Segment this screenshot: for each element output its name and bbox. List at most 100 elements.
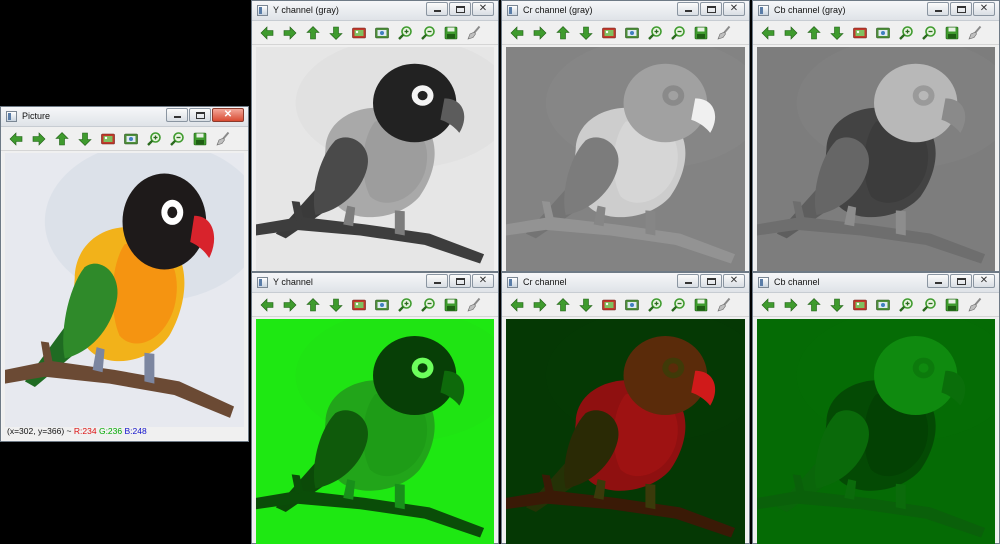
arrow-down-button[interactable] xyxy=(327,24,344,41)
arrow-left-button[interactable] xyxy=(508,296,525,313)
zoom-fit-button[interactable] xyxy=(350,296,367,313)
image-view[interactable] xyxy=(757,319,995,544)
cb-color-titlebar[interactable]: Cb channel ✕ xyxy=(753,273,999,293)
arrow-right-button[interactable] xyxy=(531,296,548,313)
zoom-in-button[interactable] xyxy=(646,24,663,41)
arrow-down-button[interactable] xyxy=(577,24,594,41)
maximize-button[interactable] xyxy=(700,274,722,288)
close-button[interactable]: ✕ xyxy=(472,2,494,16)
zoom-original-button[interactable] xyxy=(874,24,891,41)
arrow-right-button[interactable] xyxy=(531,24,548,41)
arrow-left-button[interactable] xyxy=(759,24,776,41)
zoom-out-button[interactable] xyxy=(168,130,185,147)
arrow-down-button[interactable] xyxy=(76,130,93,147)
properties-brush-button[interactable] xyxy=(465,296,482,313)
zoom-fit-button[interactable] xyxy=(99,130,116,147)
maximize-button[interactable] xyxy=(449,2,471,16)
zoom-out-button[interactable] xyxy=(920,24,937,41)
arrow-right-button[interactable] xyxy=(30,130,47,147)
zoom-fit-button[interactable] xyxy=(600,24,617,41)
arrow-up-button[interactable] xyxy=(554,296,571,313)
close-button[interactable]: ✕ xyxy=(723,274,745,288)
arrow-down-button[interactable] xyxy=(577,296,594,313)
zoom-in-button[interactable] xyxy=(145,130,162,147)
cr-color-window[interactable]: Cr channel ✕ xyxy=(501,272,750,544)
zoom-original-button[interactable] xyxy=(623,296,640,313)
arrow-right-button[interactable] xyxy=(281,296,298,313)
arrow-down-button[interactable] xyxy=(828,296,845,313)
save-button[interactable] xyxy=(692,296,709,313)
minimize-button[interactable] xyxy=(927,274,949,288)
save-button[interactable] xyxy=(442,24,459,41)
arrow-down-button[interactable] xyxy=(828,24,845,41)
cb-color-window[interactable]: Cb channel ✕ xyxy=(752,272,1000,544)
picture-window[interactable]: Picture ✕ (x=302, y=366) ~ R:234 G:236 B… xyxy=(0,106,249,442)
y-gray-window[interactable]: Y channel (gray) ✕ xyxy=(251,0,499,272)
arrow-left-button[interactable] xyxy=(759,296,776,313)
properties-brush-button[interactable] xyxy=(715,296,732,313)
save-button[interactable] xyxy=(692,24,709,41)
zoom-in-button[interactable] xyxy=(396,296,413,313)
zoom-original-button[interactable] xyxy=(373,24,390,41)
properties-brush-button[interactable] xyxy=(465,24,482,41)
minimize-button[interactable] xyxy=(166,108,188,122)
arrow-up-button[interactable] xyxy=(304,24,321,41)
properties-brush-button[interactable] xyxy=(966,24,983,41)
maximize-button[interactable] xyxy=(950,2,972,16)
properties-brush-button[interactable] xyxy=(966,296,983,313)
arrow-right-button[interactable] xyxy=(782,24,799,41)
zoom-original-button[interactable] xyxy=(122,130,139,147)
arrow-right-button[interactable] xyxy=(782,296,799,313)
zoom-in-button[interactable] xyxy=(897,296,914,313)
zoom-fit-button[interactable] xyxy=(600,296,617,313)
zoom-in-button[interactable] xyxy=(897,24,914,41)
arrow-left-button[interactable] xyxy=(258,296,275,313)
y-gray-titlebar[interactable]: Y channel (gray) ✕ xyxy=(252,1,498,21)
cr-gray-window[interactable]: Cr channel (gray) ✕ xyxy=(501,0,750,272)
arrow-up-button[interactable] xyxy=(53,130,70,147)
image-view[interactable] xyxy=(506,47,745,271)
y-color-titlebar[interactable]: Y channel ✕ xyxy=(252,273,498,293)
arrow-up-button[interactable] xyxy=(304,296,321,313)
image-view[interactable] xyxy=(506,319,745,544)
minimize-button[interactable] xyxy=(426,274,448,288)
close-button[interactable]: ✕ xyxy=(472,274,494,288)
close-button[interactable]: ✕ xyxy=(973,274,995,288)
arrow-down-button[interactable] xyxy=(327,296,344,313)
zoom-fit-button[interactable] xyxy=(851,296,868,313)
arrow-right-button[interactable] xyxy=(281,24,298,41)
picture-titlebar[interactable]: Picture ✕ xyxy=(1,107,248,127)
image-view[interactable] xyxy=(256,319,494,544)
close-button[interactable]: ✕ xyxy=(973,2,995,16)
zoom-fit-button[interactable] xyxy=(851,24,868,41)
zoom-original-button[interactable] xyxy=(373,296,390,313)
save-button[interactable] xyxy=(442,296,459,313)
properties-brush-button[interactable] xyxy=(214,130,231,147)
y-color-window[interactable]: Y channel ✕ xyxy=(251,272,499,544)
cb-gray-window[interactable]: Cb channel (gray) ✕ xyxy=(752,0,1000,272)
arrow-left-button[interactable] xyxy=(508,24,525,41)
zoom-in-button[interactable] xyxy=(646,296,663,313)
maximize-button[interactable] xyxy=(950,274,972,288)
arrow-up-button[interactable] xyxy=(805,296,822,313)
arrow-left-button[interactable] xyxy=(258,24,275,41)
zoom-out-button[interactable] xyxy=(419,296,436,313)
close-button[interactable]: ✕ xyxy=(212,108,244,122)
minimize-button[interactable] xyxy=(927,2,949,16)
maximize-button[interactable] xyxy=(700,2,722,16)
zoom-in-button[interactable] xyxy=(396,24,413,41)
save-button[interactable] xyxy=(943,296,960,313)
zoom-original-button[interactable] xyxy=(623,24,640,41)
save-button[interactable] xyxy=(943,24,960,41)
minimize-button[interactable] xyxy=(677,274,699,288)
image-view[interactable] xyxy=(256,47,494,271)
arrow-left-button[interactable] xyxy=(7,130,24,147)
cb-gray-titlebar[interactable]: Cb channel (gray) ✕ xyxy=(753,1,999,21)
cr-gray-titlebar[interactable]: Cr channel (gray) ✕ xyxy=(502,1,749,21)
zoom-out-button[interactable] xyxy=(419,24,436,41)
properties-brush-button[interactable] xyxy=(715,24,732,41)
minimize-button[interactable] xyxy=(677,2,699,16)
zoom-out-button[interactable] xyxy=(669,296,686,313)
maximize-button[interactable] xyxy=(189,108,211,122)
maximize-button[interactable] xyxy=(449,274,471,288)
